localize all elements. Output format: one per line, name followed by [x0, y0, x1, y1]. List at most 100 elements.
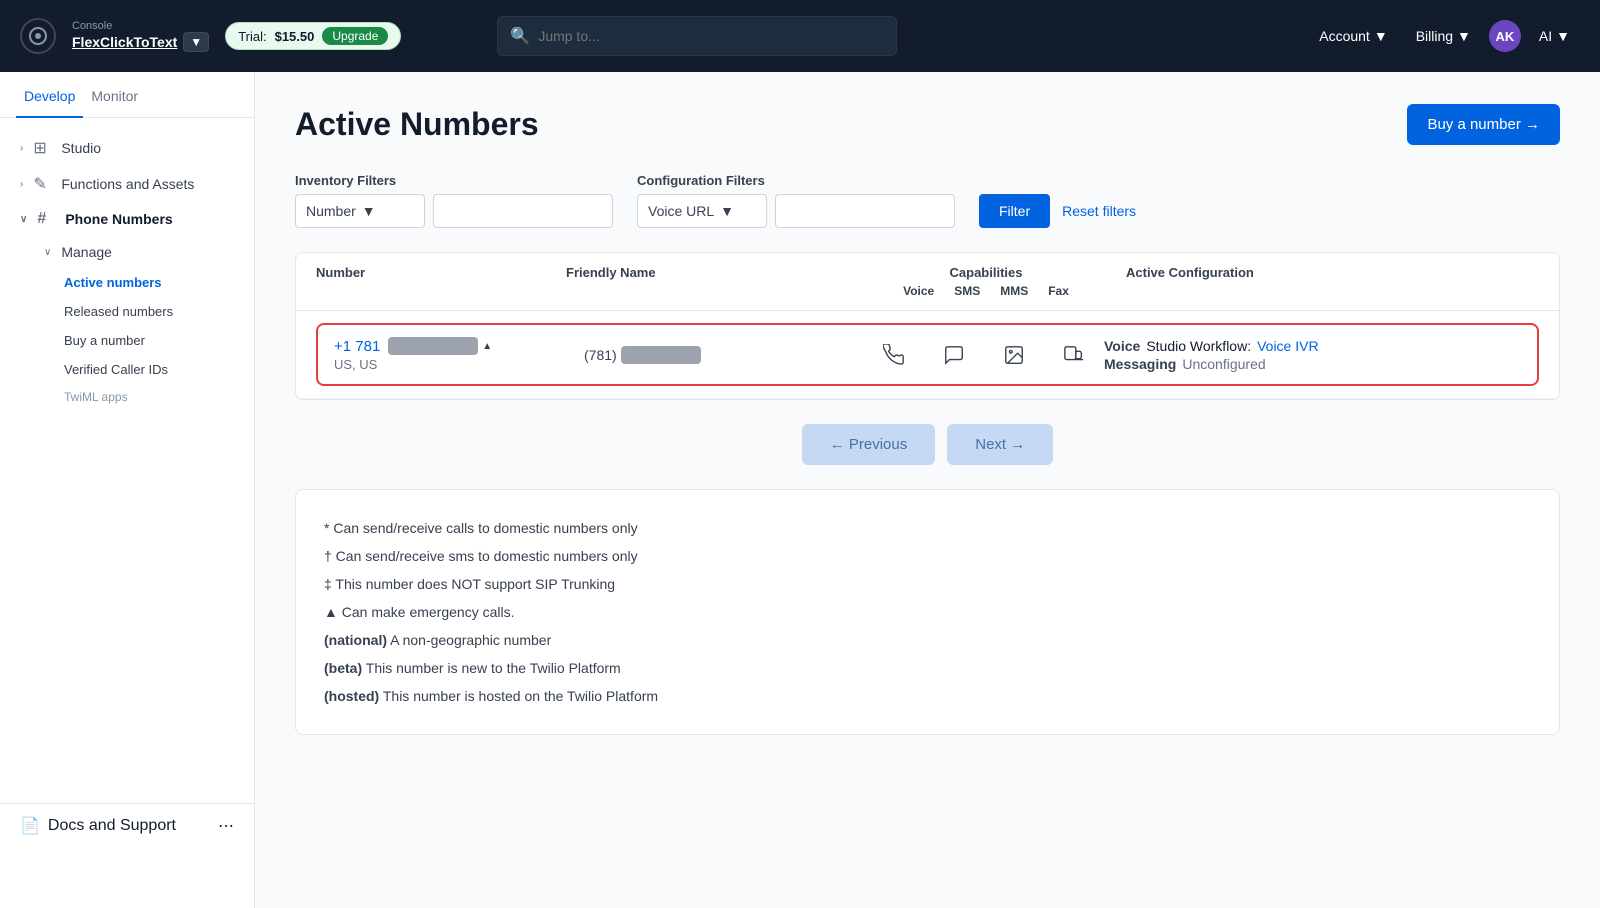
number-row-inner[interactable]: +1 781 ▲ US, US (781): [316, 323, 1539, 386]
numbers-table: Number Friendly Name Capabilities Voice …: [295, 252, 1560, 400]
ai-button[interactable]: AI ▼: [1529, 22, 1580, 50]
legend-line1: * Can send/receive calls to domestic num…: [324, 514, 1531, 542]
sidebar-item-manage[interactable]: ∨ Manage: [44, 236, 254, 268]
upgrade-button[interactable]: Upgrade: [322, 27, 388, 45]
main-content: Active Numbers Buy a number → Inventory …: [255, 72, 1600, 908]
chevron-right-icon: ›: [20, 179, 23, 190]
app-switcher-button[interactable]: ▼: [183, 32, 209, 52]
sidebar-item-label: Functions and Assets: [61, 176, 194, 192]
legend-line2: † Can send/receive sms to domestic numbe…: [324, 542, 1531, 570]
legend-section: * Can send/receive calls to domestic num…: [295, 489, 1560, 735]
sms-capability-cell: [924, 344, 984, 366]
sidebar-nav: › ⊞ Studio › ✎ Functions and Assets ∨ # …: [0, 118, 254, 422]
console-label: Console: [72, 20, 209, 32]
topnav-right: Account ▼ Billing ▼ AK AI ▼: [1309, 20, 1580, 52]
search-icon: 🔍: [510, 26, 530, 46]
messaging-config-row: Messaging Unconfigured: [1104, 356, 1521, 372]
reset-filters-button[interactable]: Reset filters: [1062, 203, 1136, 219]
sidebar-item-buy-number[interactable]: Buy a number: [64, 326, 254, 355]
ai-chevron-icon: ▼: [1556, 28, 1570, 44]
tab-develop[interactable]: Develop: [16, 72, 83, 118]
voice-url-dropdown[interactable]: Voice URL ▼: [637, 194, 767, 228]
dropdown-chevron-icon: ▼: [720, 203, 734, 219]
emergency-icon: ▲: [482, 341, 492, 352]
col-number-header: Number: [316, 265, 566, 298]
billing-button[interactable]: Billing ▼: [1406, 22, 1481, 50]
number-redacted: [388, 337, 478, 355]
hash-icon: #: [37, 210, 55, 228]
docs-support-item[interactable]: 📄 Docs and Support ⋯: [0, 803, 254, 848]
sidebar-item-phone-numbers[interactable]: ∨ # Phone Numbers: [0, 202, 254, 236]
buy-number-button[interactable]: Buy a number →: [1407, 104, 1560, 145]
app-logo-icon[interactable]: [20, 18, 56, 54]
sidebar-item-verified-caller[interactable]: Verified Caller IDs: [64, 355, 254, 384]
inventory-filter-label: Inventory Filters: [295, 173, 613, 188]
search-input[interactable]: [538, 28, 884, 44]
config-filter-label: Configuration Filters: [637, 173, 955, 188]
tab-monitor[interactable]: Monitor: [83, 72, 146, 118]
config-filter-group: Configuration Filters Voice URL ▼: [637, 173, 955, 228]
studio-icon: ⊞: [33, 138, 51, 158]
filter-button[interactable]: Filter: [979, 194, 1050, 228]
app-info: Console FlexClickToText ▼: [72, 20, 209, 52]
sidebar-item-functions[interactable]: › ✎ Functions and Assets: [0, 166, 254, 202]
chevron-right-icon: ›: [20, 143, 23, 154]
page-title: Active Numbers: [295, 106, 539, 143]
number-filter-input[interactable]: [433, 194, 613, 228]
friendly-name-redacted: [621, 346, 701, 364]
chevron-down-icon: ∨: [20, 214, 27, 225]
sidebar-tabs: Develop Monitor: [0, 72, 254, 118]
col-capabilities-header: Capabilities Voice SMS MMS Fax: [846, 265, 1126, 298]
friendly-name-cell: (781): [584, 346, 864, 364]
chevron-down-icon: ∨: [44, 247, 51, 258]
trial-amount: $15.50: [275, 29, 315, 44]
mms-capability-cell: [984, 344, 1044, 366]
account-chevron-icon: ▼: [1374, 28, 1388, 44]
search-bar[interactable]: 🔍: [497, 16, 897, 56]
next-button[interactable]: Next →: [947, 424, 1053, 465]
col-fax-sub: Fax: [1048, 284, 1069, 298]
inventory-filter-group: Inventory Filters Number ▼: [295, 173, 613, 228]
trial-badge: Trial: $15.50 Upgrade: [225, 22, 401, 50]
more-icon: ⋯: [218, 816, 234, 836]
page-header: Active Numbers Buy a number →: [295, 104, 1560, 145]
phone-numbers-submenu: ∨ Manage Active numbers Released numbers…: [0, 236, 254, 410]
voice-url-filter-input[interactable]: [775, 194, 955, 228]
sidebar-item-released-numbers[interactable]: Released numbers: [64, 297, 254, 326]
legend-line3: ‡ This number does NOT support SIP Trunk…: [324, 570, 1531, 598]
pagination: ← Previous Next →: [295, 424, 1560, 465]
sidebar: Develop Monitor › ⊞ Studio › ✎ Functions…: [0, 72, 255, 908]
legend-line6: (beta) This number is new to the Twilio …: [324, 654, 1531, 682]
sidebar-item-label: Studio: [61, 140, 101, 156]
legend-line7: (hosted) This number is hosted on the Tw…: [324, 682, 1531, 710]
number-dropdown[interactable]: Number ▼: [295, 194, 425, 228]
sidebar-item-studio[interactable]: › ⊞ Studio: [0, 130, 254, 166]
sidebar-item-active-numbers[interactable]: Active numbers: [64, 268, 254, 297]
voice-ivr-link[interactable]: Voice IVR: [1257, 338, 1318, 354]
billing-chevron-icon: ▼: [1457, 28, 1471, 44]
avatar[interactable]: AK: [1489, 20, 1521, 52]
functions-icon: ✎: [33, 174, 51, 194]
filter-actions: Filter Reset filters: [979, 194, 1136, 228]
topnav: Console FlexClickToText ▼ Trial: $15.50 …: [0, 0, 1600, 72]
account-button[interactable]: Account ▼: [1309, 22, 1397, 50]
table-row: +1 781 ▲ US, US (781): [296, 311, 1559, 399]
number-region: US, US: [334, 357, 584, 372]
dropdown-chevron-icon: ▼: [362, 203, 376, 219]
col-config-header: Active Configuration: [1126, 265, 1539, 298]
docs-icon: 📄: [20, 816, 40, 836]
app-name[interactable]: FlexClickToText: [72, 34, 177, 50]
previous-button[interactable]: ← Previous: [802, 424, 936, 465]
col-mms-sub: MMS: [1000, 284, 1028, 298]
config-cell: Voice Studio Workflow: Voice IVR Messagi…: [1104, 338, 1521, 372]
manage-submenu: Active numbers Released numbers Buy a nu…: [44, 268, 254, 384]
sidebar-twiml-label: TwiML apps: [44, 384, 254, 410]
voice-capability-cell: [864, 344, 924, 366]
number-cell: +1 781 ▲ US, US: [334, 337, 584, 372]
filters-section: Inventory Filters Number ▼ Configuration…: [295, 173, 1560, 228]
col-sms-sub: SMS: [954, 284, 980, 298]
sidebar-item-label: Phone Numbers: [65, 211, 172, 227]
legend-line5: (national) A non-geographic number: [324, 626, 1531, 654]
inventory-filter-row: Number ▼: [295, 194, 613, 228]
phone-number-link[interactable]: +1 781 ▲: [334, 337, 584, 355]
